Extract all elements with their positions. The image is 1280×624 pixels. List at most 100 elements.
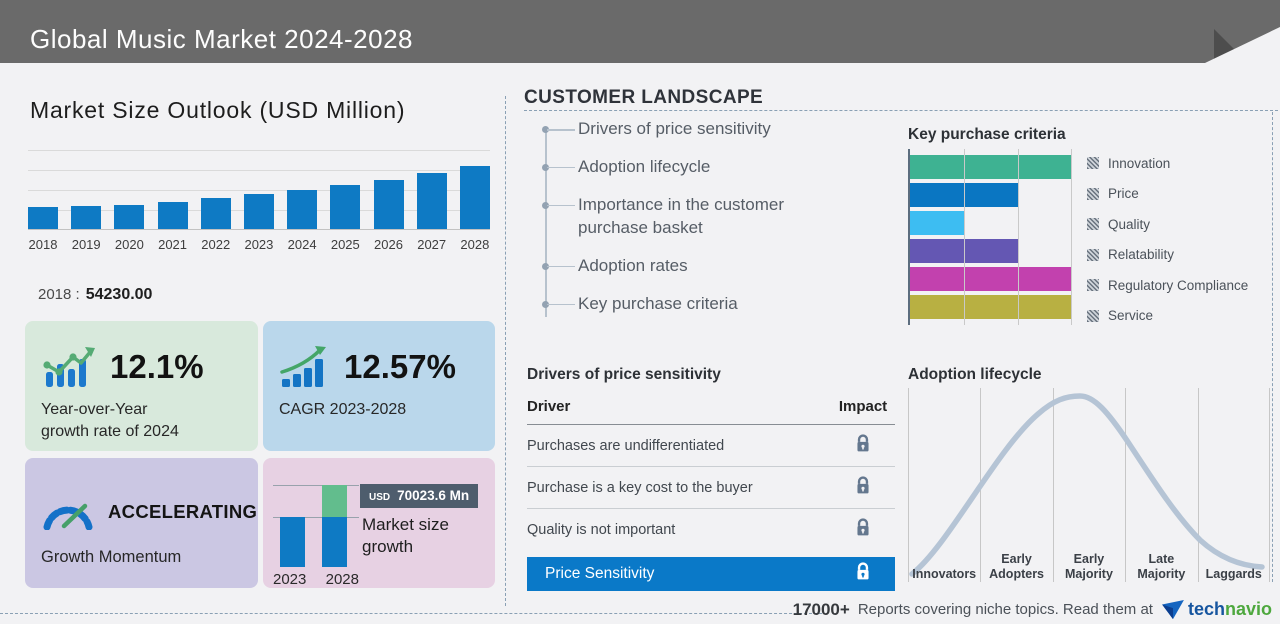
legend-label: Relatability xyxy=(1108,247,1175,262)
bar-2019 xyxy=(71,206,102,229)
market-size-title: Market Size Outlook (USD Million) xyxy=(30,97,406,123)
base-year-value: 2018 : 54230.00 xyxy=(38,286,152,304)
kpc-bar-regulatory-compliance xyxy=(910,267,1072,291)
bar-2021 xyxy=(157,202,188,229)
x-tick-2021: 2021 xyxy=(158,237,188,252)
x-tick-2025: 2025 xyxy=(330,237,360,252)
bar-2028 xyxy=(459,166,490,229)
adoption-lifecycle-chart: Innovators Early Adopters Early Majority La… xyxy=(908,388,1270,582)
legend-label: Innovation xyxy=(1108,155,1171,171)
technavio-logo: tech navio xyxy=(1161,599,1272,620)
bullet-connector xyxy=(547,303,575,306)
landscape-item-label: Drivers of price sensitivity xyxy=(578,119,771,138)
bar-column-2022: 2022 xyxy=(200,150,231,252)
rising-bars-arrow-icon xyxy=(280,346,326,387)
lock-icon xyxy=(831,562,895,586)
kpc-gridline-3 xyxy=(1071,149,1072,325)
x-tick-2020: 2020 xyxy=(114,237,144,252)
bar-2025 xyxy=(330,185,361,229)
landscape-item-label: Importance in the customer purchase bask… xyxy=(578,194,784,237)
landscape-item: Key purchase criteria xyxy=(524,293,824,316)
bar-2018 xyxy=(28,207,58,229)
legend-label: Price xyxy=(1108,186,1139,201)
customer-landscape-underline xyxy=(524,110,1278,111)
yoy-growth-card: 12.1% Year-over-Year growth rate of 2024 xyxy=(25,321,258,451)
badge-currency: USD xyxy=(369,492,391,503)
legend-item-price: Price xyxy=(1087,182,1248,206)
bar-column-2021: 2021 xyxy=(157,150,188,252)
cagr-card: 12.57% CAGR 2023-2028 xyxy=(263,321,495,451)
legend-item-regulatory-compliance: Regulatory Compliance xyxy=(1087,273,1248,297)
legend-swatch-icon xyxy=(1087,279,1099,291)
legend-label: Quality xyxy=(1108,216,1151,232)
x-tick-2019: 2019 xyxy=(71,237,101,252)
highlight-label: Price Sensitivity xyxy=(545,565,655,582)
bar-2026 xyxy=(373,180,404,229)
yoy-growth-value: 12.1% xyxy=(110,348,204,385)
footer: 17000+ Reports covering niche topics. Re… xyxy=(793,599,1272,620)
legend-item-relatability: Relatability xyxy=(1087,243,1248,267)
bullet-connector xyxy=(547,265,575,268)
table-row: Purchase is a key cost to the buyer xyxy=(527,467,895,509)
bar-2020 xyxy=(114,205,145,229)
legend-swatch-icon xyxy=(1087,157,1099,169)
stage-label-laggards: Laggards xyxy=(1205,567,1262,581)
section-divider-dashed xyxy=(505,96,506,606)
landscape-item-label: Adoption rates xyxy=(578,255,688,275)
legend-label: Service xyxy=(1108,308,1154,323)
price-sensitivity-table: Driver Impact Purchases are undifferenti… xyxy=(527,392,895,591)
bar-column-2025: 2025 xyxy=(330,150,361,252)
landscape-item: Adoption lifecycle xyxy=(524,156,824,179)
lock-icon xyxy=(831,518,895,541)
cagr-desc: CAGR 2023-2028 xyxy=(279,401,407,418)
legend-swatch-icon xyxy=(1087,218,1099,230)
column-driver: Driver xyxy=(527,398,571,415)
cagr-value: 12.57% xyxy=(344,348,456,385)
momentum-desc: Growth Momentum xyxy=(41,548,182,566)
price-sensitivity-highlight-row: Price Sensitivity xyxy=(527,557,895,591)
bar-column-2020: 2020 xyxy=(114,150,145,252)
bullet-connector xyxy=(547,129,575,131)
stage-label-innovators: Innovators xyxy=(912,567,977,581)
kpc-legend: Innovation Price Quality Relatability Regula… xyxy=(1087,151,1248,334)
bar-column-2018: 2018 xyxy=(28,150,58,252)
mini-bar-2023 xyxy=(280,517,305,567)
bar-column-2028: 2028 xyxy=(459,150,490,252)
bar-2022 xyxy=(200,198,231,229)
table-row: Quality is not important xyxy=(527,509,895,550)
adoption-lifecycle-title: Adoption lifecycle xyxy=(908,366,1042,383)
driver-label: Purchase is a key cost to the buyer xyxy=(527,479,753,496)
landscape-item: Adoption rates xyxy=(524,255,824,278)
mini-bar-2028-growth xyxy=(322,485,347,517)
technavio-arrow-icon xyxy=(1162,599,1184,619)
mini-bar-2028-base xyxy=(322,517,347,567)
bar-column-2026: 2026 xyxy=(373,150,404,252)
base-year-number: 54230.00 xyxy=(85,286,153,303)
lock-icon xyxy=(831,434,895,457)
legend-item-service: Service xyxy=(1087,304,1248,328)
speedometer-icon xyxy=(43,503,93,530)
yoy-growth-desc-line1: Year-over-Year xyxy=(41,401,148,418)
header-bar: Global Music Market 2024-2028 xyxy=(0,0,1280,63)
bar-2023 xyxy=(243,194,274,229)
customer-landscape-list: Drivers of price sensitivity Adoption lif… xyxy=(524,118,824,331)
kpc-gridline-1 xyxy=(963,149,965,325)
kpc-bar-service xyxy=(910,295,1072,319)
lock-icon xyxy=(831,476,895,499)
right-edge-divider-dashed xyxy=(1272,112,1273,582)
stage-label-early-adopters: Early Adopters xyxy=(989,552,1045,581)
customer-landscape-title: CUSTOMER LANDSCAPE xyxy=(524,87,764,108)
dps-rows: Purchases are undifferentiated Purchase i… xyxy=(527,425,895,550)
kpc-bar-innovation xyxy=(910,155,1072,179)
legend-item-innovation: Innovation xyxy=(1087,151,1248,175)
bullet-connector xyxy=(547,204,575,207)
mini-year-end: 2028 xyxy=(325,571,359,588)
growth-desc-line1: Market size xyxy=(362,515,449,534)
growth-desc-line2: growth xyxy=(362,537,414,557)
bullet-connector xyxy=(547,166,575,169)
legend-item-quality: Quality xyxy=(1087,212,1248,236)
key-purchase-criteria-chart xyxy=(908,149,1072,325)
growth-momentum-card: ACCELERATING Growth Momentum xyxy=(25,458,258,588)
growth-mini-chart: 2023 2028 xyxy=(273,485,359,588)
bar-chart-trend-icon xyxy=(43,347,95,387)
